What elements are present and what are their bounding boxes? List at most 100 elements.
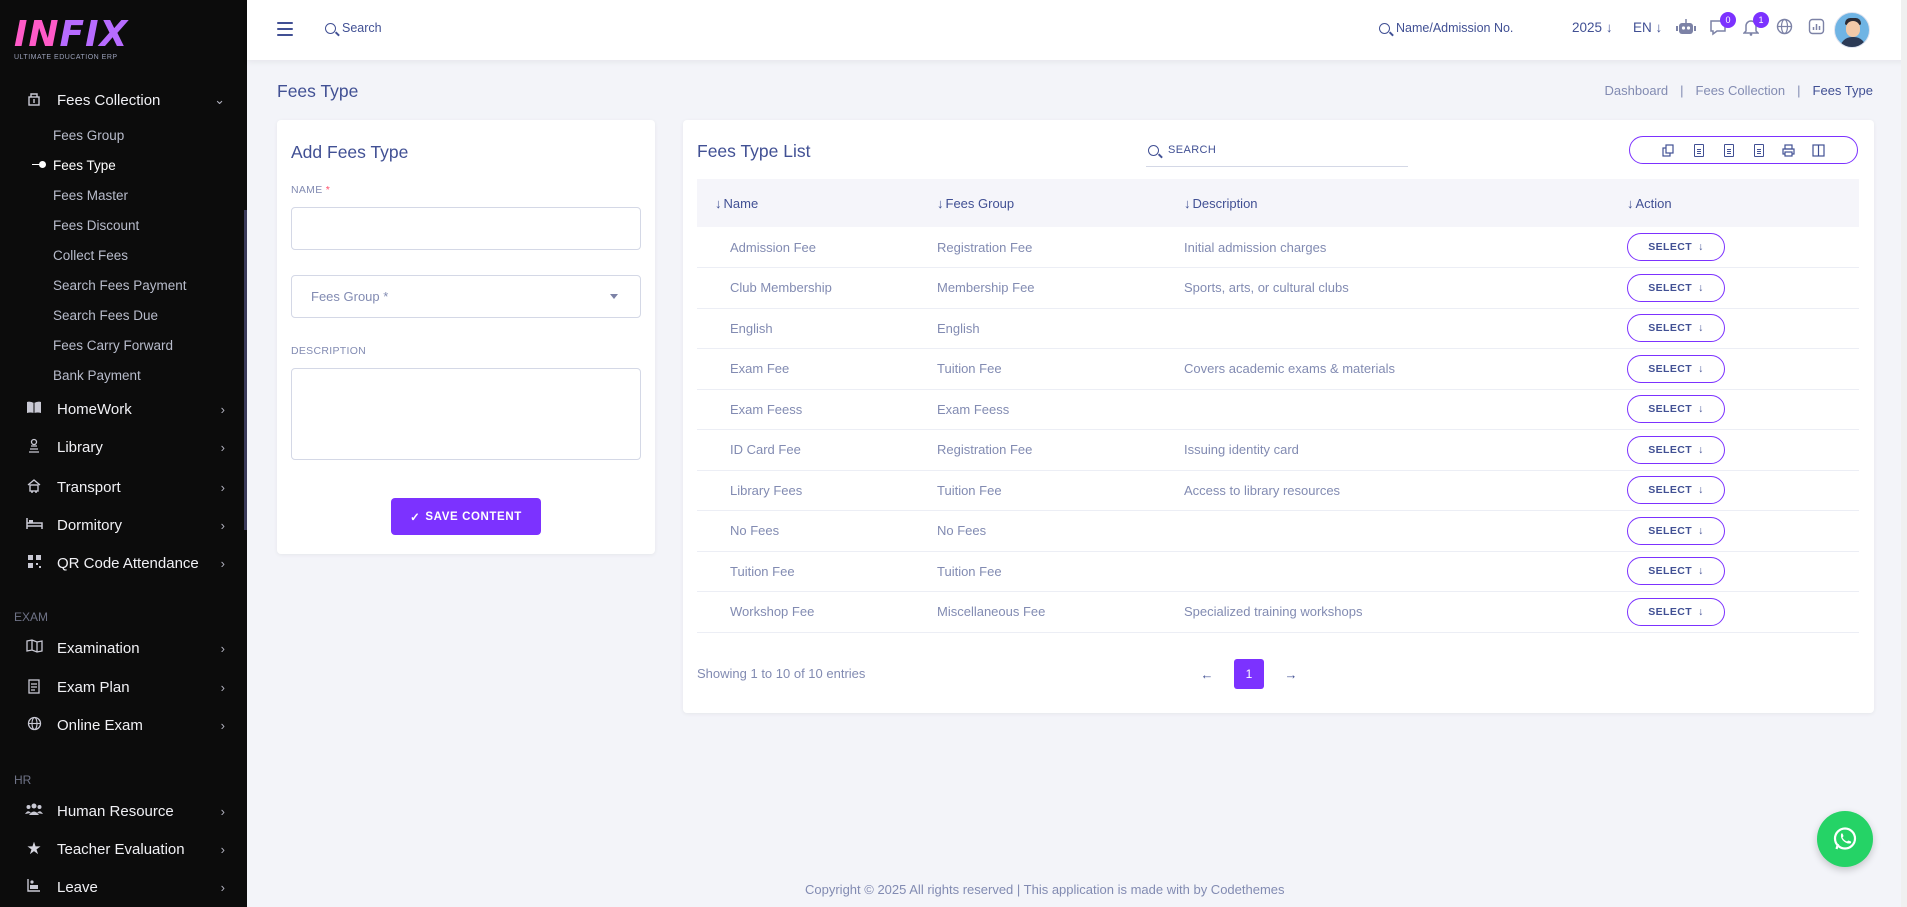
select-action-button[interactable]: SELECT ↓ [1627,395,1725,424]
arrow-down-icon: ↓ [1698,322,1704,335]
leave-icon [25,878,43,896]
menu-toggle-icon[interactable] [277,22,293,36]
sidebar-item-library[interactable]: Library › [0,429,247,465]
sidebar-item-examination[interactable]: Examination › [0,630,247,666]
select-action-button[interactable]: SELECT ↓ [1627,557,1725,586]
select-action-button[interactable]: SELECT ↓ [1627,233,1725,261]
description-field[interactable] [291,368,641,460]
global-search[interactable]: Search [325,21,382,35]
cell-name: No Fees [697,510,937,552]
export-button-group [1629,136,1858,164]
select-action-button[interactable]: SELECT ↓ [1627,476,1725,505]
whatsapp-chat-button[interactable] [1817,811,1873,867]
sidebar-item-label: Teacher Evaluation [57,840,185,858]
sidebar-subitem-fees-group[interactable]: Fees Group [53,128,124,143]
sidebar-subitem-fees-carry-forward[interactable]: Fees Carry Forward [53,338,173,353]
sidebar-item-exam-plan[interactable]: Exam Plan › [0,669,247,705]
list-search-input[interactable]: SEARCH [1146,134,1408,167]
fees-group-select[interactable]: Fees Group * [291,275,641,318]
previous-page-icon[interactable]: ← [1200,667,1214,682]
name-field[interactable] [291,207,641,250]
sidebar-item-leave[interactable]: Leave › [0,869,247,905]
sidebar-subitem-fees-master[interactable]: Fees Master [53,188,128,203]
cell-description: Issuing identity card [1184,429,1627,471]
column-header-name[interactable]: ↓ Name [697,179,937,227]
sidebar-subitem-bank-payment[interactable]: Bank Payment [53,368,141,383]
select-action-button[interactable]: SELECT ↓ [1627,516,1725,545]
sort-arrow-icon: ↓ [937,195,944,211]
map-icon [25,639,43,657]
sidebar-item-label: Exam Plan [57,678,130,696]
select-label: SELECT [1648,241,1693,253]
select-action-button[interactable]: SELECT ↓ [1627,273,1725,302]
arrow-down-icon: ↓ [1605,20,1613,35]
cell-name: Tuition Fee [697,551,937,592]
arrow-down-icon: ↓ [1698,605,1704,618]
robot-icon[interactable] [1675,18,1697,40]
column-header-action[interactable]: ↓ Action [1627,179,1859,227]
language-selector[interactable]: EN ↓ [1633,20,1662,35]
next-page-icon[interactable]: → [1284,667,1298,682]
cell-description: Initial admission charges [1184,227,1627,268]
sidebar: INFIX ULTIMATE EDUCATION ERP Fees Collec… [0,0,247,907]
sidebar-subitem-search-fees-payment[interactable]: Search Fees Payment [53,278,187,293]
sidebar-item-fees-collection[interactable]: Fees Collection ⌄ [0,82,247,118]
fees-collection-icon [25,91,43,109]
cell-name: ID Card Fee [697,429,937,471]
cell-description [1184,551,1627,592]
globe-icon[interactable] [1773,18,1795,40]
arrow-down-icon: ↓ [1698,241,1704,253]
sort-arrow-icon: ↓ [1627,195,1634,211]
csv-icon[interactable] [1718,140,1740,160]
sidebar-item-qr-code-attendance[interactable]: QR Code Attendance › [0,545,247,581]
select-action-button[interactable]: SELECT ↓ [1627,435,1725,464]
fees-type-list-card: Fees Type List SEARCH ↓ Name ↓ Fees Group … [683,120,1874,713]
excel-icon[interactable] [1688,140,1710,160]
sidebar-item-human-resource[interactable]: Human Resource › [0,793,247,829]
cell-name: Exam Fee [697,348,937,390]
columns-icon[interactable] [1808,140,1830,160]
sidebar-item-online-exam[interactable]: Online Exam › [0,707,247,743]
cell-description [1184,389,1627,430]
sidebar-subitem-collect-fees[interactable]: Collect Fees [53,248,128,263]
breadcrumb-dashboard[interactable]: Dashboard [1605,83,1669,98]
sidebar-subitem-fees-type[interactable]: Fees Type [53,158,116,173]
cell-action: SELECT ↓ [1627,591,1859,633]
analytics-icon[interactable] [1805,18,1827,40]
save-content-button[interactable]: ✓ SAVE CONTENT [391,498,541,535]
library-icon [25,438,43,456]
sidebar-item-label: Online Exam [57,716,143,734]
sidebar-item-homework[interactable]: HomeWork › [0,391,247,427]
page-number-current[interactable]: 1 [1234,659,1264,689]
student-search[interactable]: Name/Admission No. [1379,21,1513,35]
active-indicator-icon [32,161,46,169]
copy-icon[interactable] [1658,140,1680,160]
breadcrumb-separator: | [1797,83,1801,98]
sidebar-subitem-fees-discount[interactable]: Fees Discount [53,218,139,233]
section-label-hr: HR [14,773,32,787]
sidebar-item-transport[interactable]: Transport › [0,469,247,505]
select-action-button[interactable]: SELECT ↓ [1627,314,1725,343]
select-action-button[interactable]: SELECT ↓ [1627,597,1725,626]
select-action-button[interactable]: SELECT ↓ [1627,354,1725,383]
breadcrumb: Dashboard | Fees Collection | Fees Type [1605,83,1873,98]
page-scrollbar[interactable] [1901,0,1907,907]
pdf-icon[interactable] [1748,140,1770,160]
chat-icon[interactable]: 0 [1707,12,1736,40]
pagination: ← 1 → [1200,659,1298,689]
year-selector[interactable]: 2025 ↓ [1572,20,1613,35]
sidebar-subitem-search-fees-due[interactable]: Search Fees Due [53,308,158,323]
table-row: Club Membership Membership Fee Sports, art… [697,267,1859,309]
print-icon[interactable] [1778,140,1800,160]
cell-action: SELECT ↓ [1627,510,1859,552]
sidebar-item-teacher-evaluation[interactable]: ★ Teacher Evaluation › [0,831,247,867]
column-header-description[interactable]: ↓ Description [1184,179,1627,227]
breadcrumb-fees-collection[interactable]: Fees Collection [1696,83,1786,98]
logo-accent: FIX [59,14,129,55]
sidebar-item-dormitory[interactable]: Dormitory › [0,507,247,543]
avatar[interactable] [1834,12,1870,48]
bell-icon[interactable]: 1 [1740,12,1769,40]
logo[interactable]: INFIX ULTIMATE EDUCATION ERP [14,14,129,62]
column-header-fees-group[interactable]: ↓ Fees Group [937,179,1184,227]
column-header-label: Action [1635,195,1672,211]
